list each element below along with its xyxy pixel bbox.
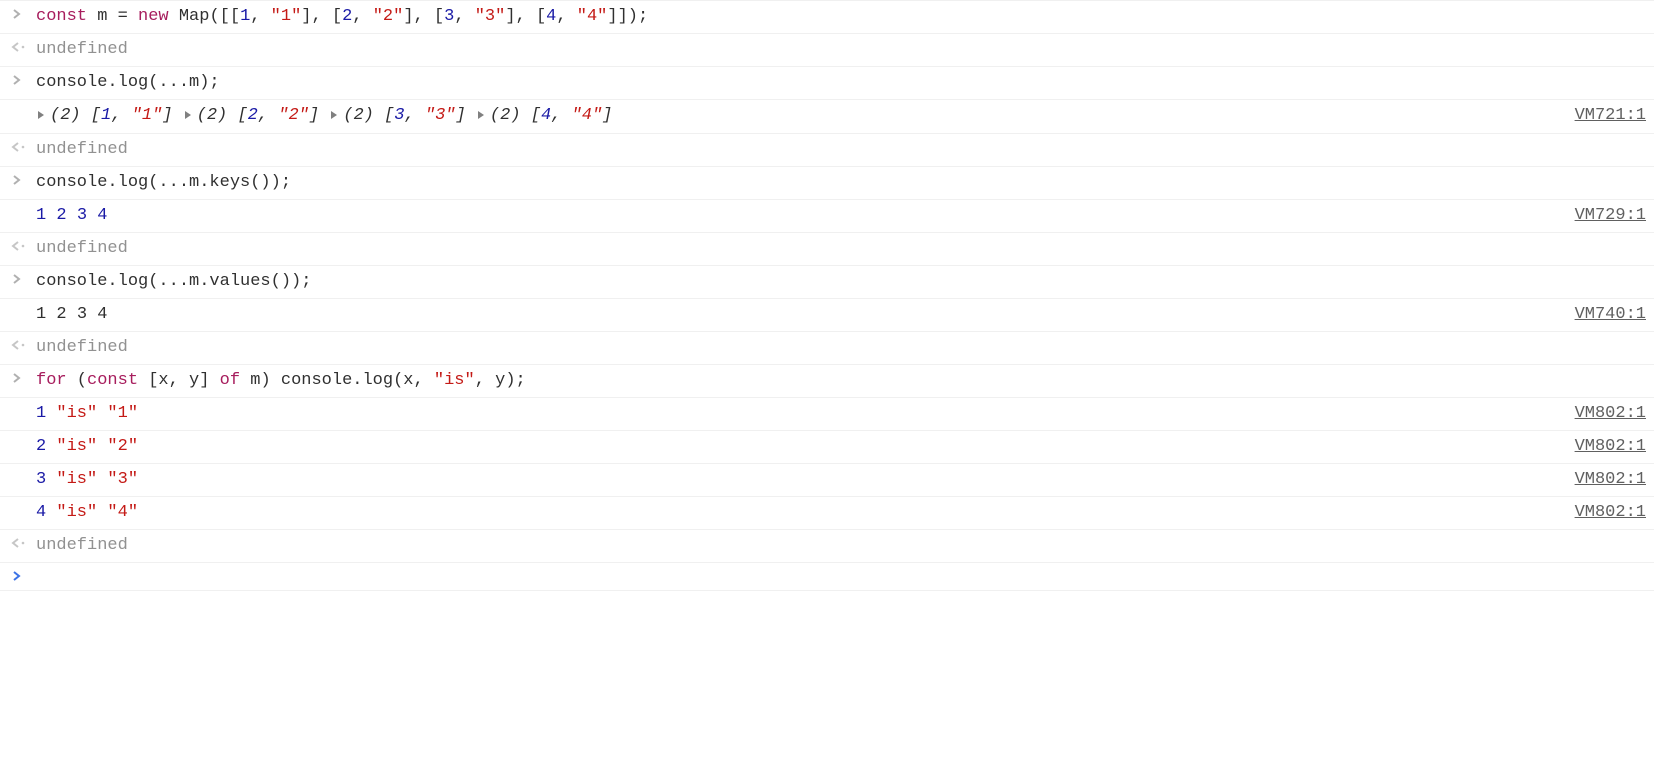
console-input-row: console.log(...m); [0,67,1654,100]
source-link[interactable]: VM740:1 [1563,303,1646,327]
input-code: console.log(...m.values()); [36,270,1646,294]
log-output: 1 "is" "1" [36,402,1563,426]
console-log-row: 1 2 3 4VM729:1 [0,200,1654,233]
log-output: 3 "is" "3" [36,468,1563,492]
expand-icon[interactable] [36,105,46,129]
input-code: console.log(...m); [36,71,1646,95]
input-chevron-icon [4,171,36,187]
console-return-row: undefined [0,34,1654,67]
console-log-panel: const m = new Map([[1, "1"], [2, "2"], [… [0,0,1654,591]
return-icon [4,138,36,154]
console-log-row: (2) [1, "1"] (2) [2, "2"] (2) [3, "3"] (… [0,100,1654,134]
console-return-row: undefined [0,134,1654,167]
console-log-row: 1 2 3 4VM740:1 [0,299,1654,332]
input-code: console.log(...m.keys()); [36,171,1646,195]
log-output: 4 "is" "4" [36,501,1563,525]
console-prompt-row [0,563,1654,591]
source-link[interactable]: VM802:1 [1563,402,1646,426]
return-icon [4,534,36,550]
log-output: (2) [1, "1"] (2) [2, "2"] (2) [3, "3"] (… [36,104,1563,129]
console-return-row: undefined [0,332,1654,365]
console-log-row: 1 "is" "1"VM802:1 [0,398,1654,431]
console-log-row: 2 "is" "2"VM802:1 [0,431,1654,464]
log-output: 2 "is" "2" [36,435,1563,459]
input-chevron-icon [4,5,36,21]
return-icon [4,237,36,253]
return-icon [4,336,36,352]
input-code: const m = new Map([[1, "1"], [2, "2"], [… [36,5,1646,29]
expand-icon[interactable] [183,105,193,129]
return-value: undefined [36,534,1646,558]
console-input-row: const m = new Map([[1, "1"], [2, "2"], [… [0,0,1654,34]
console-input-row: console.log(...m.keys()); [0,167,1654,200]
log-output: 1 2 3 4 [36,303,1563,327]
expand-icon[interactable] [329,105,339,129]
prompt-chevron-icon [4,567,36,583]
log-output: 1 2 3 4 [36,204,1563,228]
input-chevron-icon [4,71,36,87]
console-return-row: undefined [0,233,1654,266]
return-value: undefined [36,138,1646,162]
return-value: undefined [36,336,1646,360]
source-link[interactable]: VM721:1 [1563,104,1646,128]
expand-icon[interactable] [476,105,486,129]
input-chevron-icon [4,369,36,385]
return-icon [4,38,36,54]
source-link[interactable]: VM802:1 [1563,501,1646,525]
input-code: for (const [x, y] of m) console.log(x, "… [36,369,1646,393]
console-log-row: 4 "is" "4"VM802:1 [0,497,1654,530]
return-value: undefined [36,237,1646,261]
console-log-row: 3 "is" "3"VM802:1 [0,464,1654,497]
input-chevron-icon [4,270,36,286]
return-value: undefined [36,38,1646,62]
console-input-row: console.log(...m.values()); [0,266,1654,299]
console-input-row: for (const [x, y] of m) console.log(x, "… [0,365,1654,398]
source-link[interactable]: VM802:1 [1563,468,1646,492]
source-link[interactable]: VM729:1 [1563,204,1646,228]
console-return-row: undefined [0,530,1654,563]
source-link[interactable]: VM802:1 [1563,435,1646,459]
